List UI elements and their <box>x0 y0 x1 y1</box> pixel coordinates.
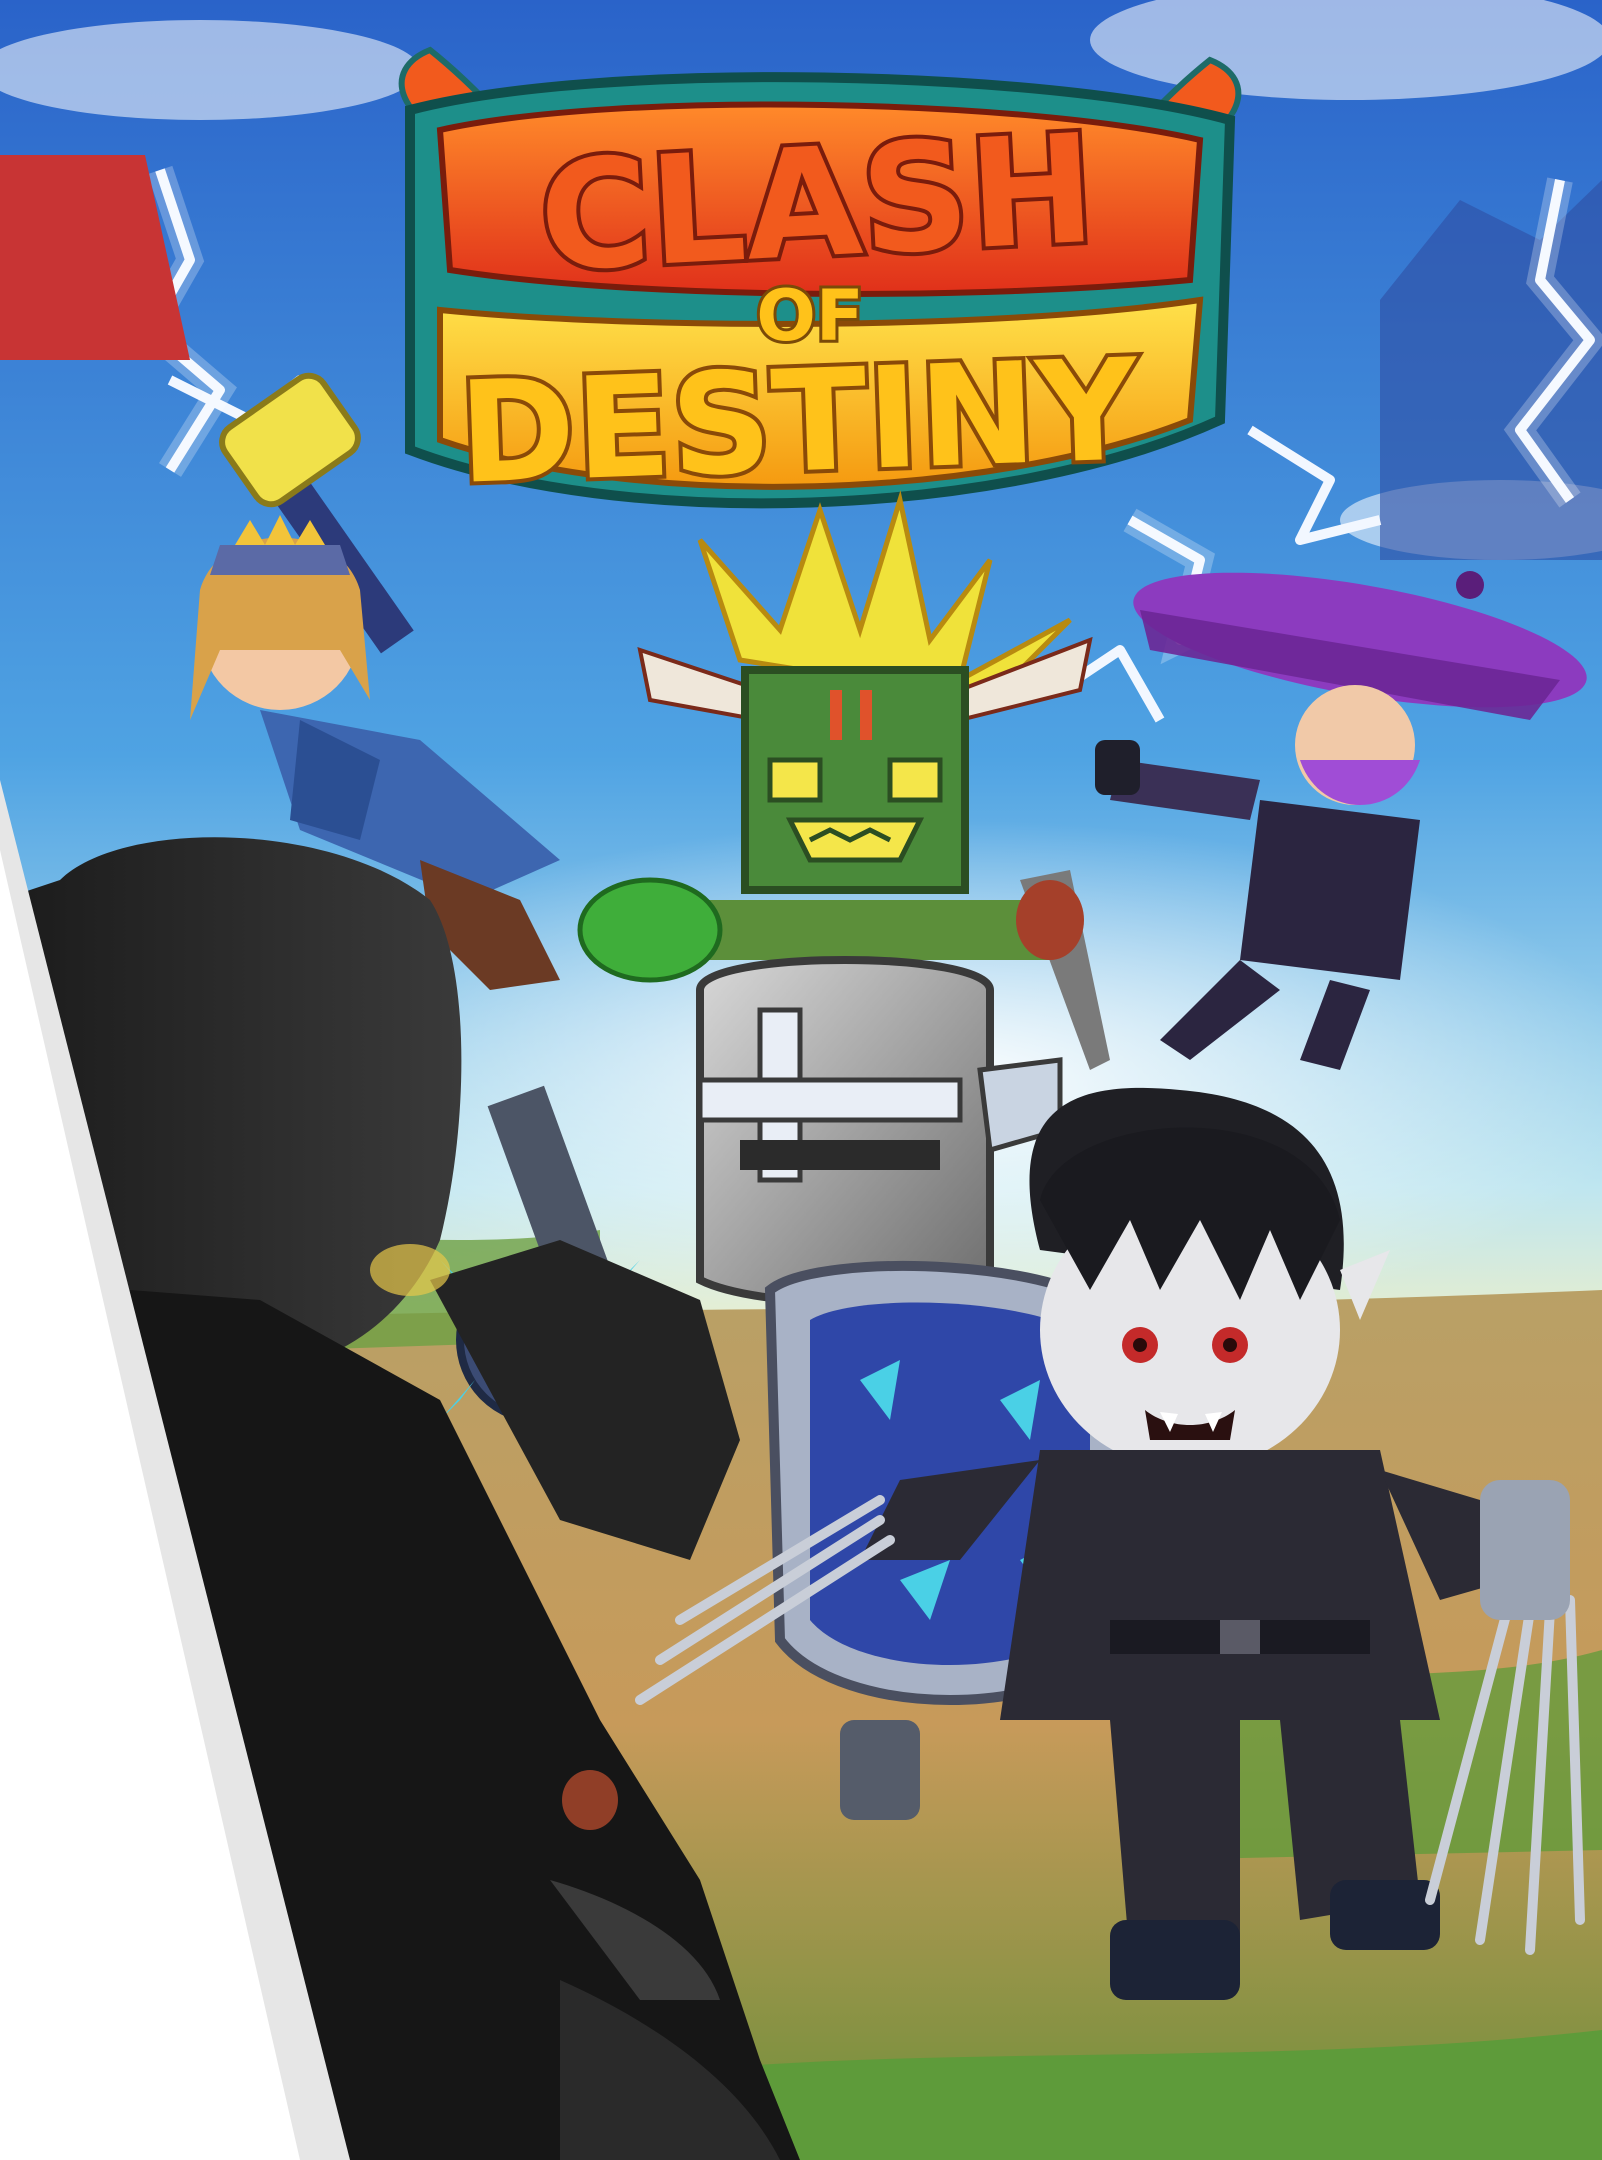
game-logo <box>398 46 1242 509</box>
side-tab-button[interactable] <box>0 155 190 360</box>
logo-upper-band <box>436 101 1204 297</box>
game-screen: CLASH OF DESTINY <box>0 0 1602 2160</box>
key-art-background <box>0 0 1602 2160</box>
